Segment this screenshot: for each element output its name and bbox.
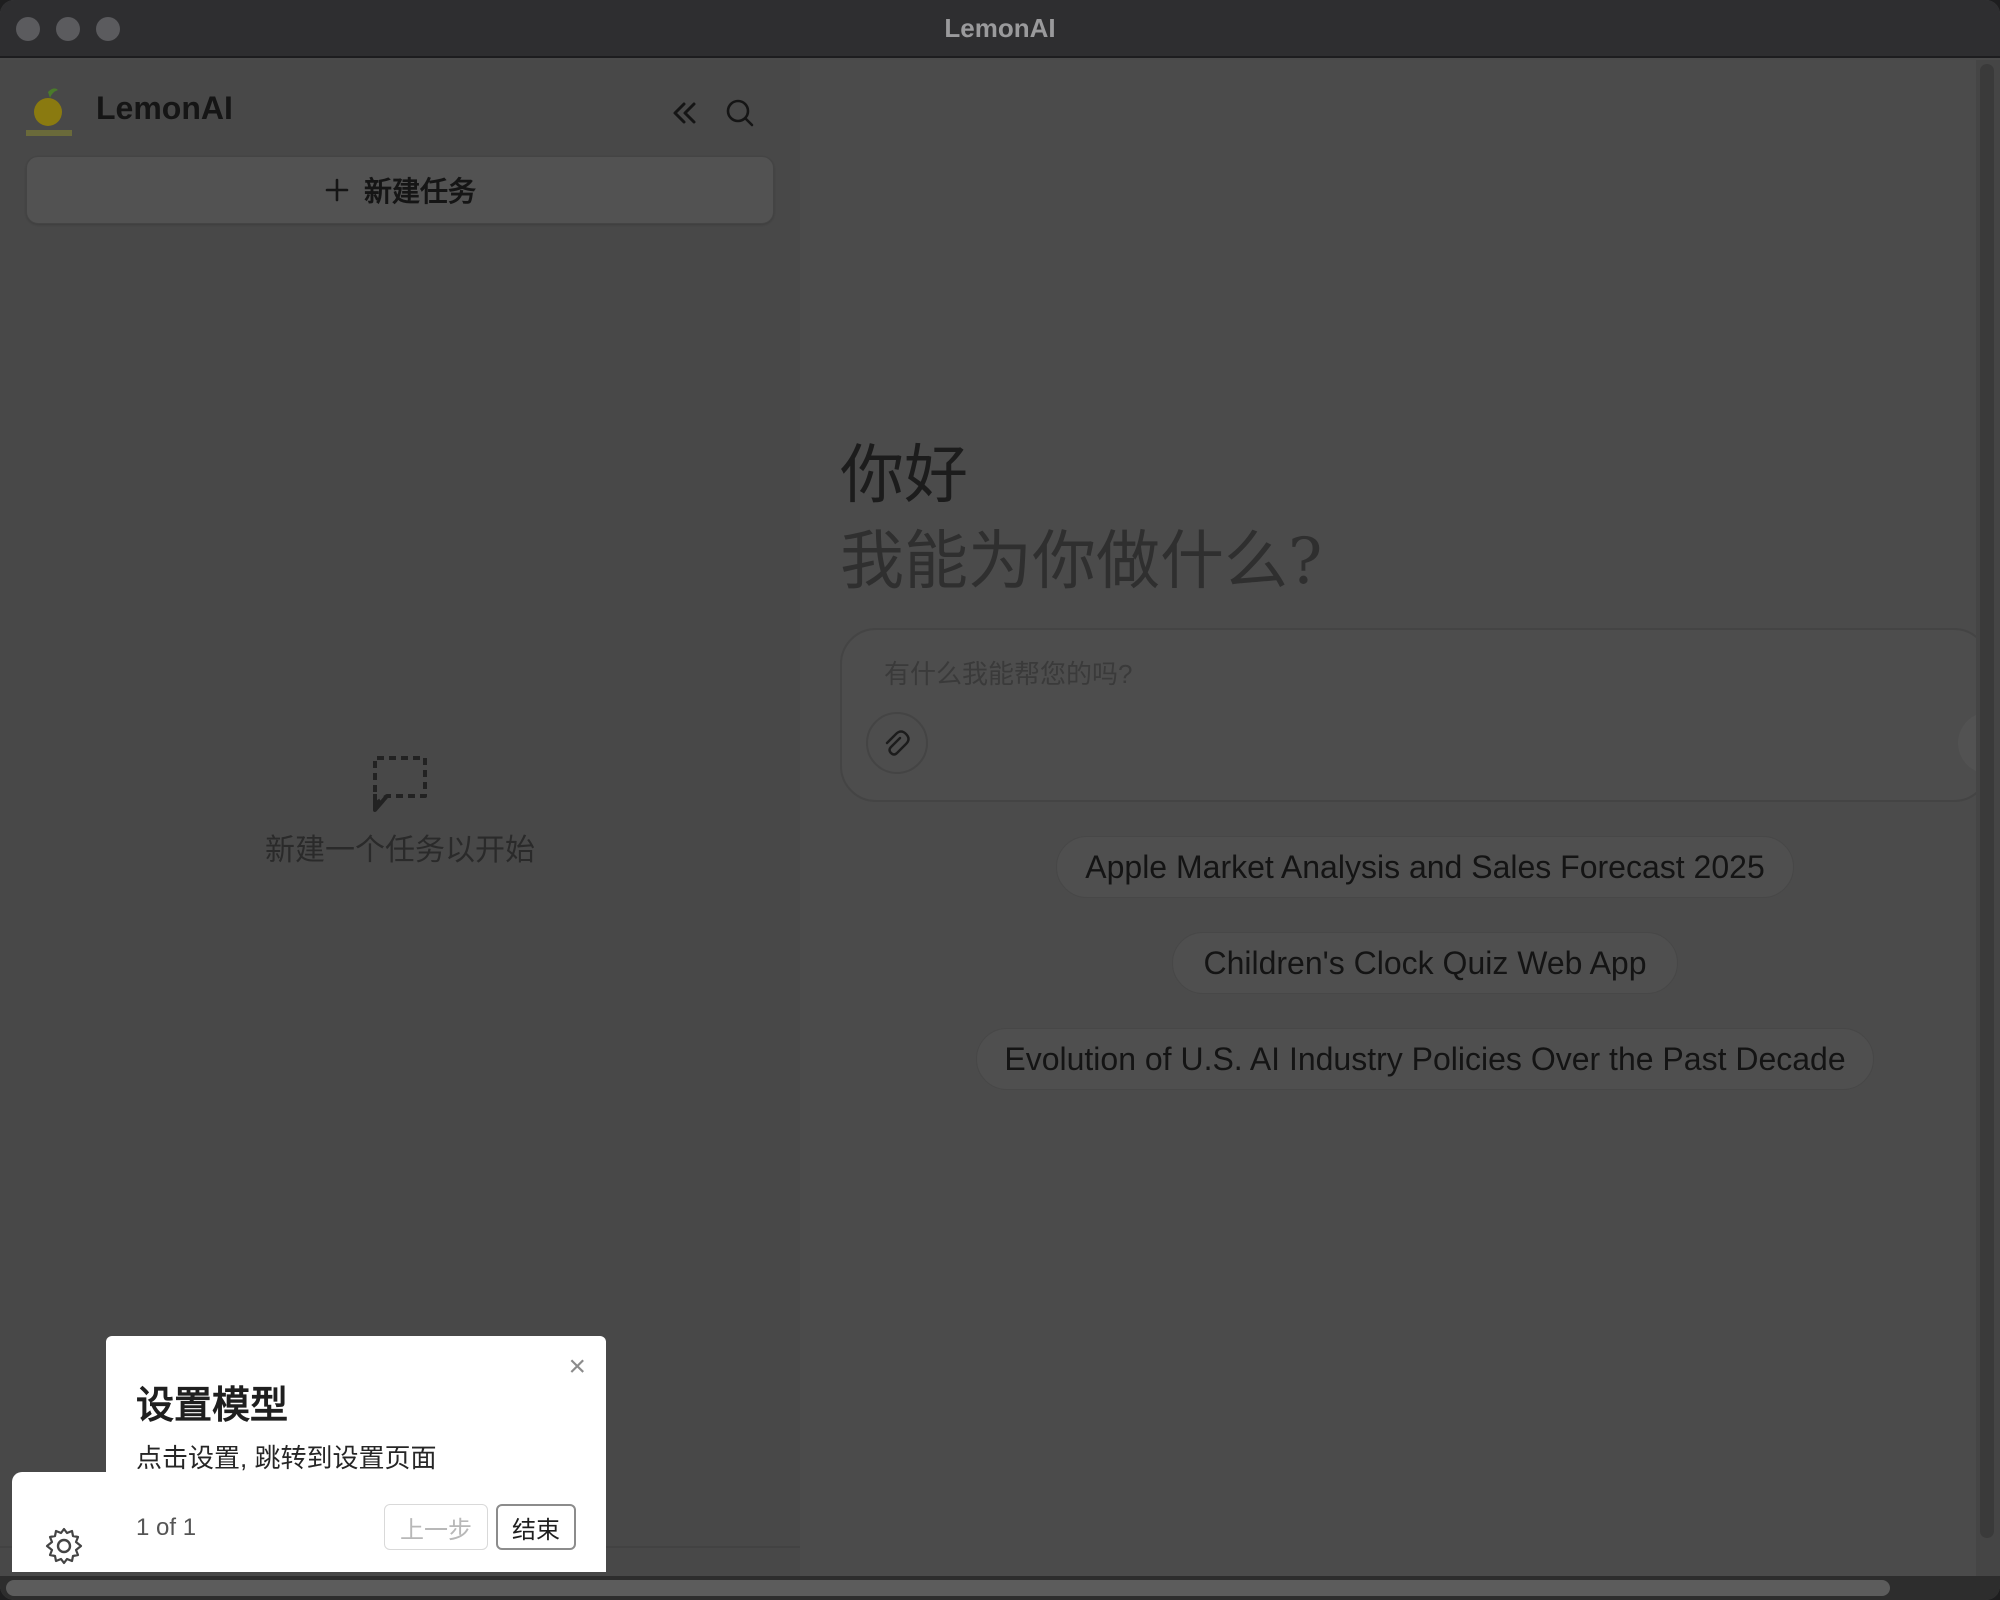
empty-state-text: 新建一个任务以开始 xyxy=(265,834,535,867)
vertical-scrollbar[interactable] xyxy=(1980,64,1994,1538)
greeting-subtitle: 我能为你做什么? xyxy=(840,525,1323,599)
tour-popover: × 设置模型 点击设置, 跳转到设置页面 1 of 1 上一步 结束 xyxy=(106,1336,606,1572)
suggestion-chip[interactable]: Children's Clock Quiz Web App xyxy=(1172,932,1678,994)
chat-input-box xyxy=(840,628,2000,802)
tour-step-counter: 1 of 1 xyxy=(136,1514,197,1541)
suggestion-chip[interactable]: Apple Market Analysis and Sales Forecast… xyxy=(1056,836,1794,898)
search-icon xyxy=(726,99,754,127)
gear-icon xyxy=(45,1527,83,1565)
attach-button[interactable] xyxy=(866,712,928,774)
plus-icon xyxy=(325,178,349,202)
new-task-label: 新建任务 xyxy=(363,176,476,207)
empty-state: 新建一个任务以开始 xyxy=(0,748,800,869)
search-button[interactable] xyxy=(720,93,760,133)
horizontal-scrollbar[interactable] xyxy=(6,1580,1890,1596)
app-window: LemonAI LemonAI 新建任务 新建一个任务以开始 你好 我能为你做什… xyxy=(0,0,2000,1600)
tour-title: 设置模型 xyxy=(136,1385,289,1427)
new-task-button[interactable]: 新建任务 xyxy=(26,156,774,224)
tour-description: 点击设置, 跳转到设置页面 xyxy=(136,1443,437,1473)
settings-button[interactable] xyxy=(44,1526,84,1566)
lemon-logo-icon xyxy=(24,86,74,140)
main-panel: 你好 我能为你做什么? Apple Market Analysis and Sa… xyxy=(800,60,2000,1580)
window-title: LemonAI xyxy=(944,13,1056,43)
tour-end-button[interactable]: 结束 xyxy=(496,1504,576,1550)
paperclip-icon xyxy=(885,730,910,756)
chat-input[interactable] xyxy=(882,654,1782,694)
double-chevron-left-icon xyxy=(673,102,696,124)
empty-chat-icon xyxy=(373,756,427,812)
collapse-sidebar-button[interactable] xyxy=(664,93,704,133)
brand-name: LemonAI xyxy=(96,90,233,126)
tour-prev-button[interactable]: 上一步 xyxy=(384,1504,488,1550)
title-bar: LemonAI xyxy=(0,0,2000,58)
greeting-title: 你好 xyxy=(840,439,968,513)
close-icon[interactable]: × xyxy=(568,1352,586,1382)
suggestion-chip[interactable]: Evolution of U.S. AI Industry Policies O… xyxy=(976,1028,1874,1090)
